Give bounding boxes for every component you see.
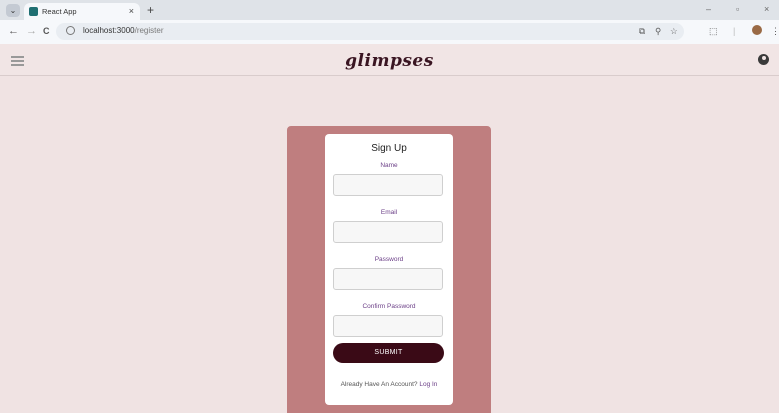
- url-host: localhost:3000: [83, 26, 135, 35]
- browser-tabstrip: ⌄ React App × + – ▫ ×: [0, 0, 779, 20]
- cast-icon[interactable]: ⧉: [639, 26, 645, 37]
- account-icon[interactable]: [758, 54, 769, 65]
- confirm-password-label: Confirm Password: [362, 303, 416, 310]
- minimize-icon[interactable]: –: [706, 4, 711, 14]
- browser-tab[interactable]: React App ×: [24, 3, 140, 20]
- toolbar-divider: |: [733, 26, 736, 36]
- menu-kebab-icon[interactable]: ⋮: [771, 26, 779, 37]
- zoom-icon[interactable]: ⚲: [655, 26, 661, 37]
- bookmark-star-icon[interactable]: ☆: [670, 26, 678, 37]
- password-label: Password: [374, 256, 404, 263]
- forward-icon[interactable]: →: [26, 25, 37, 37]
- confirm-password-field[interactable]: [333, 315, 443, 337]
- email-field[interactable]: [333, 221, 443, 243]
- new-tab-button[interactable]: +: [147, 3, 154, 17]
- app-header: glimpses: [0, 44, 779, 76]
- address-bar[interactable]: localhost:3000/register ⧉ ⚲ ☆: [56, 23, 684, 40]
- url-text: localhost:3000/register: [83, 26, 164, 35]
- back-icon[interactable]: ←: [8, 25, 19, 37]
- login-prompt-text: Already Have An Account?: [340, 381, 418, 388]
- form-title: Sign Up: [371, 143, 407, 154]
- profile-avatar[interactable]: [752, 25, 762, 35]
- login-link[interactable]: Log In: [419, 381, 437, 388]
- tab-title: React App: [42, 7, 77, 16]
- submit-button[interactable]: SUBMIT: [333, 343, 444, 363]
- site-info-icon[interactable]: [66, 26, 75, 35]
- extensions-icon[interactable]: ⬚: [709, 26, 718, 37]
- close-window-icon[interactable]: ×: [764, 4, 769, 14]
- brand-logo[interactable]: glimpses: [0, 51, 779, 71]
- signup-form: Sign Up Name Email Password Confirm Pass…: [325, 134, 453, 405]
- password-field[interactable]: [333, 268, 443, 290]
- name-field[interactable]: [333, 174, 443, 196]
- reload-icon[interactable]: C: [43, 26, 50, 36]
- react-favicon-icon: [29, 7, 38, 16]
- tab-search-button[interactable]: ⌄: [6, 4, 20, 17]
- browser-toolbar: ← → C localhost:3000/register ⧉ ⚲ ☆ ⬚ | …: [0, 20, 779, 45]
- restore-icon[interactable]: ▫: [736, 4, 739, 14]
- login-prompt: Already Have An Account? Log In: [325, 381, 453, 388]
- url-path: /register: [134, 26, 164, 35]
- tab-close-icon[interactable]: ×: [129, 6, 134, 16]
- name-label: Name: [380, 162, 398, 169]
- email-label: Email: [380, 209, 398, 216]
